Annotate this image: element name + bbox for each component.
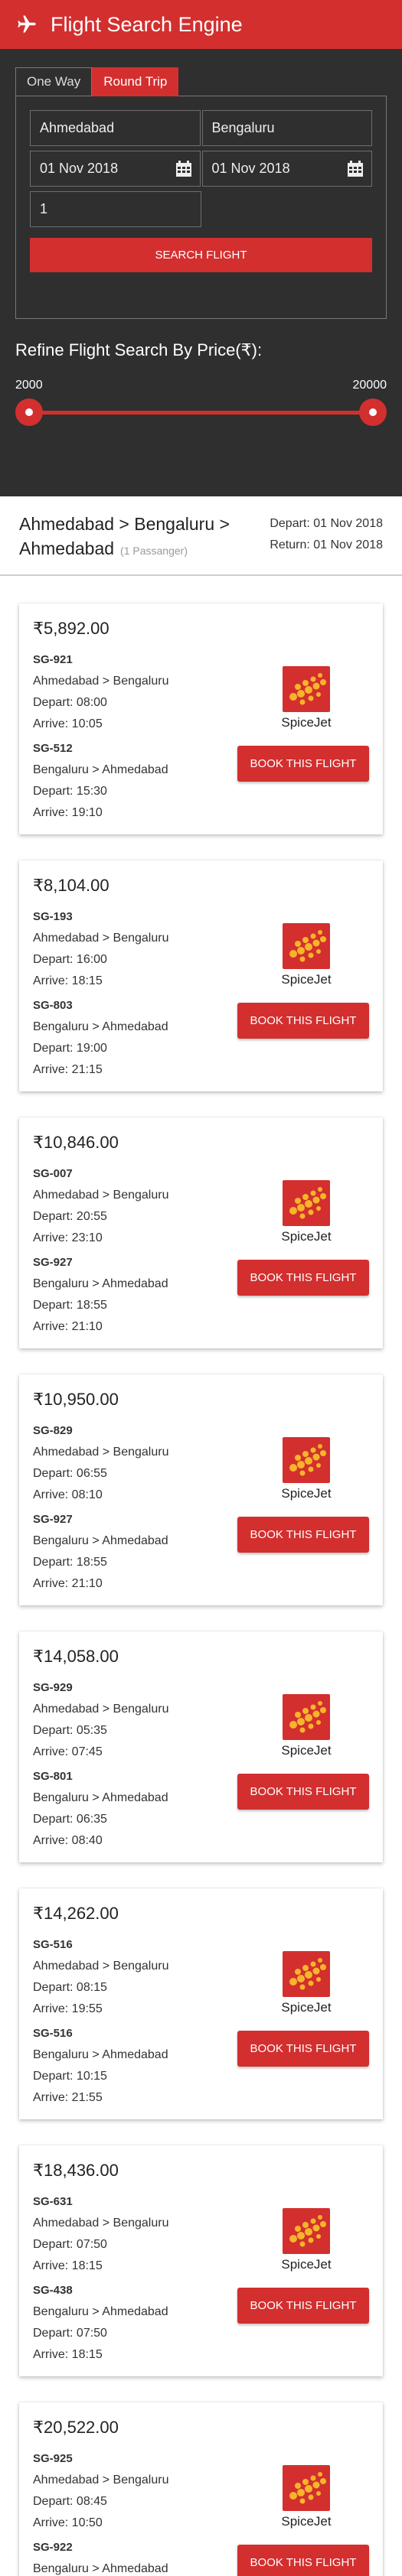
price-range-labels: 2000 20000 xyxy=(15,379,387,392)
flight-price: ₹5,892.00 xyxy=(33,619,109,638)
flight-card: ₹14,058.00 SG-929 Ahmedabad > Bengaluru … xyxy=(19,1631,383,1862)
summary-return: Return: 01 Nov 2018 xyxy=(270,538,383,551)
flight-price: ₹20,522.00 xyxy=(33,2418,119,2437)
calendar-icon[interactable] xyxy=(175,161,192,177)
airline-name: SpiceJet xyxy=(281,972,332,987)
depart-date-field[interactable]: 01 Nov 2018 xyxy=(30,151,201,187)
app-title: Flight Search Engine xyxy=(51,12,243,36)
price-max-label: 20000 xyxy=(352,379,387,392)
flight-card: ₹10,950.00 SG-829 Ahmedabad > Bengaluru … xyxy=(19,1374,383,1605)
trip-type-tabs: One Way Round Trip xyxy=(15,67,387,96)
book-flight-button[interactable]: BOOK THIS FLIGHT xyxy=(237,2545,369,2576)
airline-badge: SpiceJet xyxy=(276,1694,337,1758)
calendar-icon[interactable] xyxy=(347,161,364,177)
flight-card: ₹8,104.00 SG-193 Ahmedabad > Bengaluru D… xyxy=(19,860,383,1091)
leg-depart: Depart: 07:50 xyxy=(33,2327,107,2340)
spicejet-logo-icon xyxy=(283,923,330,969)
leg-depart: Depart: 15:30 xyxy=(33,785,107,798)
leg-arrive: Arrive: 21:10 xyxy=(33,1320,103,1333)
spicejet-logo-icon xyxy=(283,1951,330,1997)
book-flight-button[interactable]: BOOK THIS FLIGHT xyxy=(237,1774,369,1810)
return-date-value: 01 Nov 2018 xyxy=(211,161,290,176)
airline-name: SpiceJet xyxy=(281,2257,332,2272)
airline-name: SpiceJet xyxy=(281,1229,332,1244)
destination-field[interactable]: Bengaluru xyxy=(201,110,372,146)
book-flight-button[interactable]: BOOK THIS FLIGHT xyxy=(237,746,369,782)
flight-card: ₹20,522.00 SG-925 Ahmedabad > Bengaluru … xyxy=(19,2402,383,2576)
airline-name: SpiceJet xyxy=(281,2514,332,2529)
airline-name: SpiceJet xyxy=(281,1743,332,1758)
leg-depart: Depart: 18:55 xyxy=(33,1299,107,1312)
spicejet-logo-icon xyxy=(283,1694,330,1740)
book-flight-button[interactable]: BOOK THIS FLIGHT xyxy=(237,1003,369,1039)
summary-dates: Depart: 01 Nov 2018 Return: 01 Nov 2018 xyxy=(270,512,383,556)
book-flight-button[interactable]: BOOK THIS FLIGHT xyxy=(237,1260,369,1296)
flight-card: ₹10,846.00 SG-007 Ahmedabad > Bengaluru … xyxy=(19,1117,383,1348)
leg-arrive: Arrive: 08:40 xyxy=(33,1834,103,1847)
origin-value: Ahmedabad xyxy=(40,120,115,135)
summary-passengers: (1 Passanger) xyxy=(120,545,188,557)
return-date-field[interactable]: 01 Nov 2018 xyxy=(201,151,372,187)
airline-badge: SpiceJet xyxy=(276,2465,337,2529)
flight-price: ₹8,104.00 xyxy=(33,876,109,895)
search-summary: Ahmedabad > Bengaluru > Ahmedabad (1 Pass… xyxy=(0,496,402,576)
leg-arrive: Arrive: 21:15 xyxy=(33,1063,103,1076)
search-flight-button[interactable]: SEARCH FLIGHT xyxy=(30,238,372,272)
spicejet-logo-icon xyxy=(283,2465,330,2511)
refine-title: Refine Flight Search By Price(₹): xyxy=(15,340,263,359)
leg-depart: Depart: 06:35 xyxy=(33,1813,107,1826)
spicejet-logo-icon xyxy=(283,1180,330,1226)
book-flight-button[interactable]: BOOK THIS FLIGHT xyxy=(237,2288,369,2324)
summary-depart: Depart: 01 Nov 2018 xyxy=(270,517,383,530)
airline-badge: SpiceJet xyxy=(276,923,337,987)
tab-one-way[interactable]: One Way xyxy=(15,67,93,96)
airline-badge: SpiceJet xyxy=(276,666,337,730)
airline-name: SpiceJet xyxy=(281,1486,332,1501)
leg-arrive: Arrive: 19:10 xyxy=(33,806,103,819)
flight-price: ₹18,436.00 xyxy=(33,2161,119,2180)
airline-badge: SpiceJet xyxy=(276,1180,337,1244)
book-flight-button[interactable]: BOOK THIS FLIGHT xyxy=(237,1517,369,1553)
flight-price: ₹10,846.00 xyxy=(33,1133,119,1152)
flight-price: ₹10,950.00 xyxy=(33,1390,119,1409)
flight-card: ₹14,262.00 SG-516 Ahmedabad > Bengaluru … xyxy=(19,1888,383,2119)
summary-route: Ahmedabad > Bengaluru > Ahmedabad (1 Pass… xyxy=(19,512,234,563)
spicejet-logo-icon xyxy=(283,2208,330,2254)
book-flight-button[interactable]: BOOK THIS FLIGHT xyxy=(237,2031,369,2067)
leg-arrive: Arrive: 21:10 xyxy=(33,1577,103,1590)
leg-arrive: Arrive: 18:15 xyxy=(33,2348,103,2361)
airline-badge: SpiceJet xyxy=(276,1951,337,2015)
search-panel: One Way Round Trip Ahmedabad Bengaluru 0… xyxy=(0,49,402,496)
price-slider[interactable] xyxy=(15,397,387,428)
airline-badge: SpiceJet xyxy=(276,2208,337,2272)
price-min-label: 2000 xyxy=(15,379,43,392)
spicejet-logo-icon xyxy=(283,1437,330,1483)
search-form: Ahmedabad Bengaluru 01 Nov 2018 01 Nov 2… xyxy=(15,96,387,319)
flight-price: ₹14,058.00 xyxy=(33,1647,119,1666)
leg-depart: Depart: 10:15 xyxy=(33,2070,107,2083)
slider-handle-min[interactable] xyxy=(15,398,43,426)
slider-track xyxy=(28,411,374,415)
passengers-value: 1 xyxy=(40,201,48,216)
depart-date-value: 01 Nov 2018 xyxy=(40,161,119,176)
airline-name: SpiceJet xyxy=(281,2000,332,2015)
leg-depart: Depart: 18:55 xyxy=(33,1556,107,1569)
airline-badge: SpiceJet xyxy=(276,1437,337,1501)
app-header: Flight Search Engine xyxy=(0,0,402,49)
leg-depart: Depart: 19:00 xyxy=(33,1042,107,1055)
flight-card: ₹18,436.00 SG-631 Ahmedabad > Bengaluru … xyxy=(19,2145,383,2376)
spicejet-logo-icon xyxy=(283,666,330,712)
airline-name: SpiceJet xyxy=(281,715,332,730)
flight-price: ₹14,262.00 xyxy=(33,1904,119,1923)
tab-round-trip[interactable]: Round Trip xyxy=(92,67,179,96)
origin-field[interactable]: Ahmedabad xyxy=(30,110,201,146)
results-list: ₹5,892.00 SG-921 Ahmedabad > Bengaluru D… xyxy=(0,576,402,2576)
flight-card: ₹5,892.00 SG-921 Ahmedabad > Bengaluru D… xyxy=(19,603,383,834)
slider-handle-max[interactable] xyxy=(359,398,387,426)
destination-value: Bengaluru xyxy=(211,120,275,135)
airplane-icon xyxy=(15,13,38,36)
passengers-field[interactable]: 1 xyxy=(30,191,201,227)
leg-arrive: Arrive: 21:55 xyxy=(33,2091,103,2104)
